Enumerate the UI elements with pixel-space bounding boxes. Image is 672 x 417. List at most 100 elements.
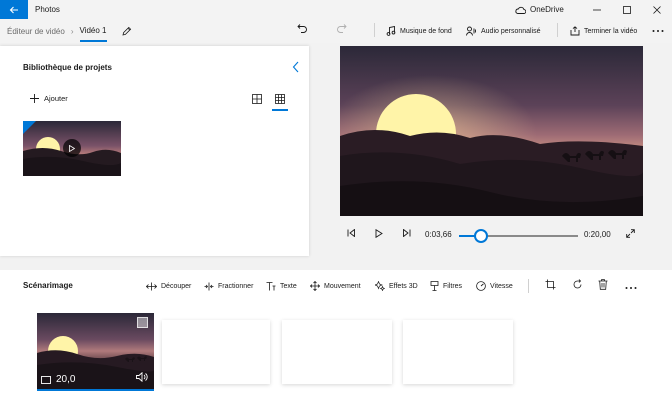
text-icon xyxy=(266,281,276,290)
large-grid-view-button[interactable] xyxy=(252,94,262,106)
grid-large-icon xyxy=(252,94,262,104)
onedrive-status[interactable]: OneDrive xyxy=(515,0,564,19)
selection-corner xyxy=(23,121,36,134)
onedrive-label: OneDrive xyxy=(530,5,564,14)
expand-icon xyxy=(626,229,635,238)
background-music-label: Musique de fond xyxy=(400,27,452,35)
back-arrow-icon xyxy=(9,6,18,13)
maximize-button[interactable] xyxy=(612,0,642,19)
empty-storyboard-slot[interactable] xyxy=(403,320,513,384)
trim-button[interactable]: Découper xyxy=(146,279,191,293)
storyboard-title: Scénarimage xyxy=(23,281,73,290)
background-music-button[interactable]: Musique de fond xyxy=(386,19,452,43)
play-button[interactable] xyxy=(375,228,383,240)
small-grid-view-button[interactable] xyxy=(272,94,288,111)
minimize-button[interactable] xyxy=(582,0,612,19)
empty-storyboard-slot[interactable] xyxy=(162,320,270,384)
crop-button[interactable] xyxy=(545,279,556,292)
undo-icon xyxy=(297,24,307,33)
collapse-library-button[interactable] xyxy=(292,61,300,75)
next-frame-button[interactable] xyxy=(402,228,411,239)
more-options-button[interactable] xyxy=(652,19,664,43)
empty-storyboard-slot[interactable] xyxy=(282,320,392,384)
motion-button[interactable]: Mouvement xyxy=(310,279,361,293)
back-button[interactable] xyxy=(0,0,28,19)
finish-video-button[interactable]: Terminer la vidéo xyxy=(570,19,637,43)
clip-select-checkbox[interactable] xyxy=(137,317,148,328)
split-button[interactable]: Fractionner xyxy=(204,279,253,293)
add-media-button[interactable]: Ajouter xyxy=(30,94,68,103)
current-time: 0:03,66 xyxy=(425,230,452,239)
pencil-icon xyxy=(121,26,131,36)
effects-3d-label: Effets 3D xyxy=(389,282,418,290)
plus-icon xyxy=(30,94,39,103)
delete-button[interactable] xyxy=(598,279,608,292)
filters-button[interactable]: Filtres xyxy=(430,279,462,293)
text-button[interactable]: Texte xyxy=(266,279,297,293)
storyboard-panel: Scénarimage Découper Fractionner Texte M… xyxy=(0,270,672,417)
close-button[interactable] xyxy=(642,0,672,19)
storyboard-clip[interactable]: 20,0 xyxy=(37,313,154,389)
clip-duration: 20,0 xyxy=(41,374,75,385)
cloud-icon xyxy=(515,6,526,14)
skip-back-icon xyxy=(347,228,355,238)
split-label: Fractionner xyxy=(218,282,254,290)
library-media-thumbnail[interactable] xyxy=(23,121,121,176)
video-preview xyxy=(340,46,643,216)
total-time: 0:20,00 xyxy=(584,230,611,239)
play-icon xyxy=(375,228,383,239)
effects-3d-button[interactable]: Effets 3D xyxy=(375,279,418,293)
custom-audio-icon xyxy=(466,26,476,36)
library-title: Bibliothèque de projets xyxy=(23,63,112,72)
skip-forward-icon xyxy=(403,228,411,238)
speed-button[interactable]: Vitesse xyxy=(476,279,513,293)
storyboard-more-button[interactable] xyxy=(625,283,637,292)
trim-label: Découper xyxy=(161,282,192,290)
motion-icon xyxy=(310,281,320,291)
app-title: Photos xyxy=(35,5,60,14)
grid-small-icon xyxy=(275,94,285,104)
speed-label: Vitesse xyxy=(490,282,513,290)
previous-frame-button[interactable] xyxy=(347,228,356,239)
sparkle-icon xyxy=(375,281,385,291)
more-icon xyxy=(625,287,637,289)
custom-audio-button[interactable]: Audio personnalisé xyxy=(466,19,541,43)
toolbar-divider xyxy=(557,23,558,37)
filters-label: Filtres xyxy=(443,282,463,290)
seek-thumb[interactable] xyxy=(474,229,488,243)
redo-icon xyxy=(337,24,347,33)
rename-button[interactable] xyxy=(121,26,132,37)
speaker-icon xyxy=(136,371,148,383)
play-icon xyxy=(69,144,75,152)
trash-icon xyxy=(598,279,608,290)
more-icon xyxy=(652,30,664,32)
maximize-icon xyxy=(623,5,631,14)
minimize-icon xyxy=(593,9,601,10)
toolbar-divider xyxy=(528,279,529,293)
split-icon xyxy=(204,282,214,290)
breadcrumb-chevron-icon: › xyxy=(70,26,74,36)
filter-icon xyxy=(430,281,439,291)
crop-icon xyxy=(545,279,556,290)
undo-button[interactable] xyxy=(297,23,308,34)
window-controls xyxy=(582,0,672,19)
breadcrumb-current: Vidéo 1 xyxy=(79,25,107,42)
play-badge xyxy=(63,139,81,157)
text-label: Texte xyxy=(280,282,297,290)
custom-audio-label: Audio personnalisé xyxy=(481,27,541,35)
clip-volume-button[interactable] xyxy=(136,371,148,384)
project-library-panel: Bibliothèque de projets Ajouter xyxy=(0,46,309,256)
title-bar: Photos OneDrive xyxy=(0,0,672,19)
chevron-left-icon xyxy=(292,61,299,73)
fullscreen-button[interactable] xyxy=(626,229,635,240)
finish-video-label: Terminer la vidéo xyxy=(584,27,638,35)
rotate-button[interactable] xyxy=(572,279,583,292)
trim-icon xyxy=(146,282,157,290)
export-icon xyxy=(570,26,580,36)
sunset-preview-image xyxy=(340,46,643,216)
redo-button[interactable] xyxy=(336,23,347,34)
breadcrumb-parent[interactable]: Éditeur de vidéo xyxy=(7,27,65,36)
clip-selection-indicator xyxy=(37,389,154,391)
add-media-label: Ajouter xyxy=(44,94,68,103)
music-note-icon xyxy=(386,26,396,36)
